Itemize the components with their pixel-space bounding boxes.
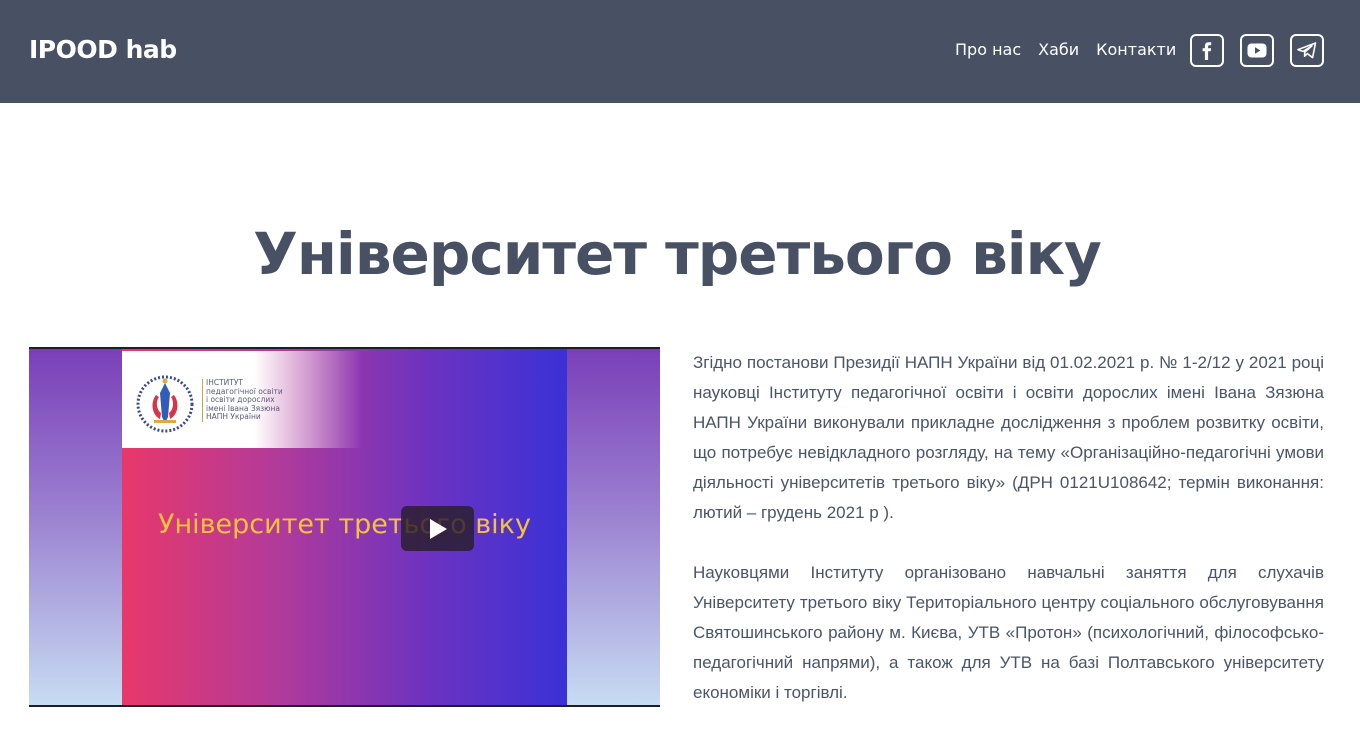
description-paragraph: Згідно постанови Президії НАПН України в…: [693, 353, 1324, 522]
institute-logo-text: ІНСТИТУТ педагогічної освіти і освіти до…: [202, 378, 332, 422]
social-links: [1190, 34, 1324, 67]
telegram-icon: [1297, 42, 1317, 59]
play-icon: [429, 518, 447, 539]
facebook-icon: [1202, 41, 1212, 60]
video-thumbnail: ІНСТИТУТ педагогічної освіти і освіти до…: [122, 349, 567, 705]
page-title: Університет третього віку: [253, 220, 1102, 288]
nav-link-hubs[interactable]: Хаби: [1038, 40, 1079, 59]
nav-link-about[interactable]: Про нас: [955, 40, 1021, 59]
facebook-button[interactable]: [1190, 34, 1224, 67]
brand-logo-link[interactable]: IPOOD hab: [29, 35, 177, 64]
institute-logo: ІНСТИТУТ педагогічної освіти і освіти до…: [122, 351, 362, 448]
video-player[interactable]: ІНСТИТУТ педагогічної освіти і освіти до…: [29, 347, 660, 707]
slide-title: Університет третього віку: [158, 509, 531, 540]
institute-emblem-icon: [136, 375, 194, 433]
telegram-button[interactable]: [1290, 34, 1324, 67]
description-text: Згідно постанови Президії НАПН України в…: [693, 348, 1324, 738]
nav-link-contacts[interactable]: Контакти: [1096, 40, 1176, 59]
play-button[interactable]: [401, 506, 474, 551]
site-header: IPOOD hab Про нас Хаби Контакти: [0, 0, 1360, 103]
youtube-icon: [1247, 43, 1267, 58]
main-nav: Про нас Хаби Контакти: [955, 40, 1193, 59]
description-paragraph: Науковцями Інституту організовано навчал…: [693, 563, 1324, 702]
youtube-button[interactable]: [1240, 34, 1274, 67]
logo-line: НАПН України: [206, 412, 261, 421]
